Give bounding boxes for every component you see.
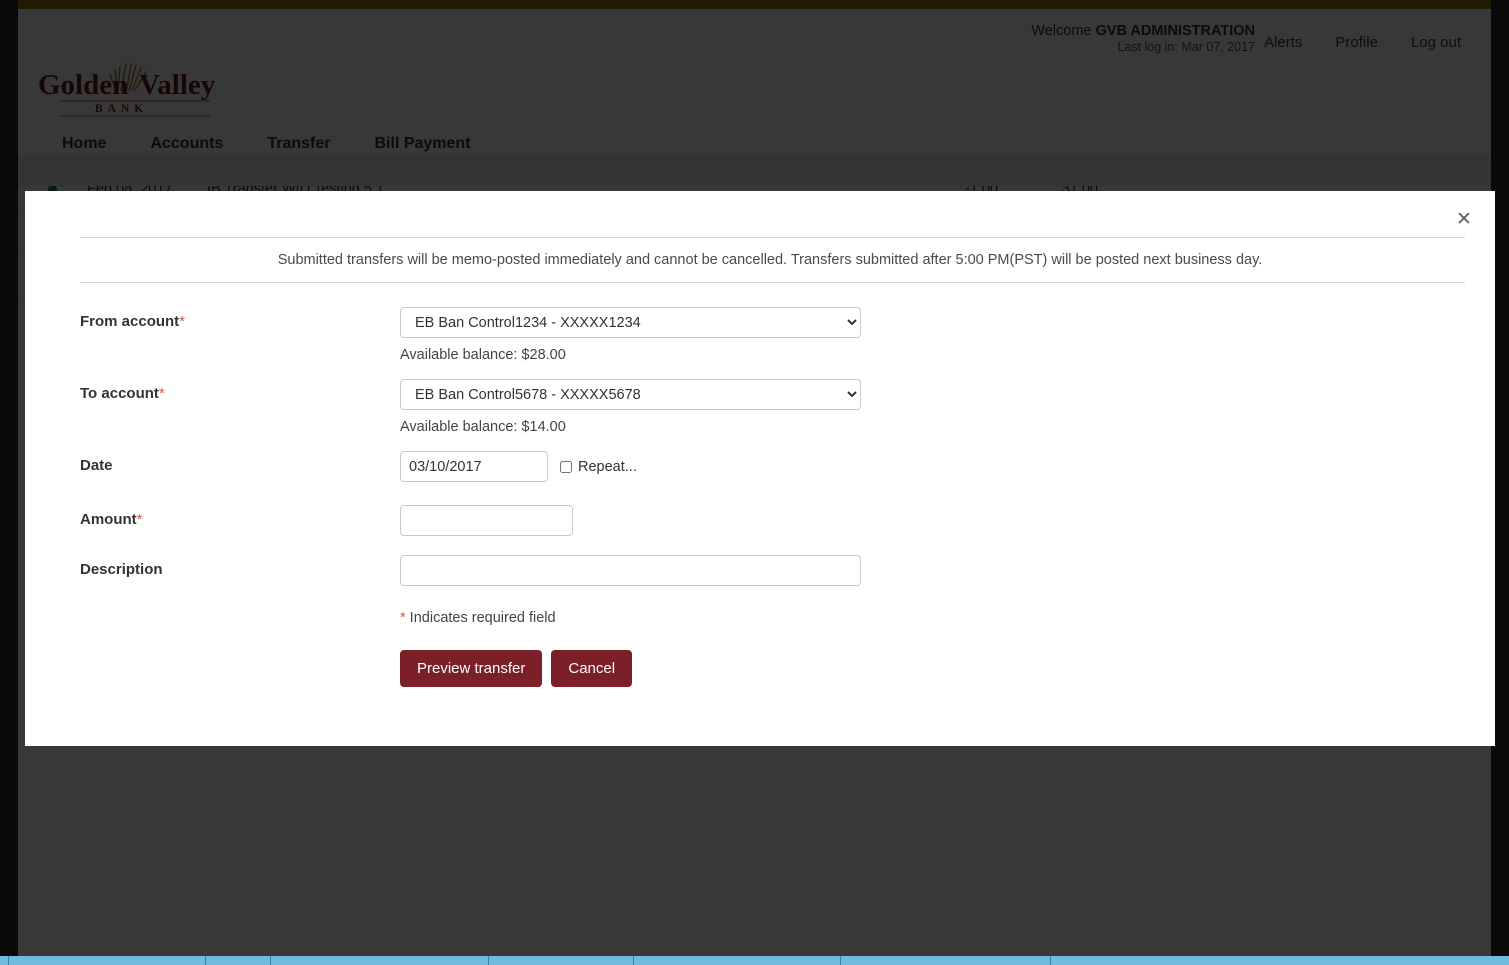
description-label: Description <box>80 561 163 578</box>
to-account-label: To account* <box>80 379 400 402</box>
taskbar-divider <box>633 956 634 965</box>
date-row: Date Repeat... <box>80 451 1465 482</box>
from-account-row: From account* EB Ban Control1234 - XXXXX… <box>80 307 1465 363</box>
taskbar-divider <box>8 956 9 965</box>
from-account-label: From account* <box>80 307 400 330</box>
preview-transfer-button[interactable]: Preview transfer <box>400 650 543 687</box>
os-taskbar[interactable] <box>0 956 1509 965</box>
footer-spacer <box>80 610 400 616</box>
amount-label-text: Amount <box>80 511 137 528</box>
repeat-wrap[interactable]: Repeat... <box>560 459 637 475</box>
to-account-control: EB Ban Control5678 - XXXXX5678 EB Ban Co… <box>400 379 1465 435</box>
from-account-control: EB Ban Control1234 - XXXXX1234 EB Ban Co… <box>400 307 1465 363</box>
description-control <box>400 555 1465 586</box>
to-account-label-text: To account <box>80 385 159 402</box>
repeat-label[interactable]: Repeat... <box>578 459 637 475</box>
notice-row: Submitted transfers will be memo-posted … <box>80 238 1465 282</box>
taskbar-divider <box>1050 956 1051 965</box>
required-field-note: * Indicates required field <box>400 610 1465 626</box>
from-account-select[interactable]: EB Ban Control1234 - XXXXX1234 EB Ban Co… <box>400 307 861 338</box>
required-note-text: Indicates required field <box>405 610 556 626</box>
amount-label: Amount* <box>80 505 400 528</box>
taskbar-divider <box>270 956 271 965</box>
amount-input[interactable] <box>400 505 573 536</box>
date-input[interactable] <box>400 451 548 482</box>
required-star: * <box>158 385 165 402</box>
description-row: Description <box>80 555 1465 586</box>
amount-row: Amount* <box>80 505 1465 536</box>
modal-button-row: Preview transfer Cancel <box>400 650 1465 687</box>
to-account-balance: Available balance: $14.00 <box>400 419 566 435</box>
cancel-button[interactable]: Cancel <box>551 650 633 687</box>
date-label: Date <box>80 457 113 474</box>
date-inline-row: Repeat... <box>400 451 1465 482</box>
from-account-balance: Available balance: $28.00 <box>400 347 566 363</box>
from-account-label-text: From account <box>80 313 180 330</box>
repeat-checkbox[interactable] <box>560 460 572 473</box>
to-account-row: To account* EB Ban Control5678 - XXXXX56… <box>80 379 1465 435</box>
description-input[interactable] <box>400 555 861 586</box>
to-account-select[interactable]: EB Ban Control5678 - XXXXX5678 EB Ban Co… <box>400 379 861 410</box>
footer-row: * Indicates required field Preview trans… <box>80 610 1465 687</box>
amount-control <box>400 505 1465 536</box>
transfer-modal: ✕ Submitted transfers will be memo-poste… <box>25 191 1495 746</box>
taskbar-divider <box>488 956 489 965</box>
footer-control: * Indicates required field Preview trans… <box>400 610 1465 687</box>
taskbar-divider <box>840 956 841 965</box>
required-star: * <box>136 511 143 528</box>
transfer-form: From account* EB Ban Control1234 - XXXXX… <box>80 283 1465 687</box>
transfer-notice-text: Submitted transfers will be memo-posted … <box>277 252 1263 268</box>
required-star: * <box>179 313 186 330</box>
taskbar-divider <box>205 956 206 965</box>
date-control: Repeat... <box>400 451 1465 482</box>
modal-body: Submitted transfers will be memo-posted … <box>80 191 1465 746</box>
